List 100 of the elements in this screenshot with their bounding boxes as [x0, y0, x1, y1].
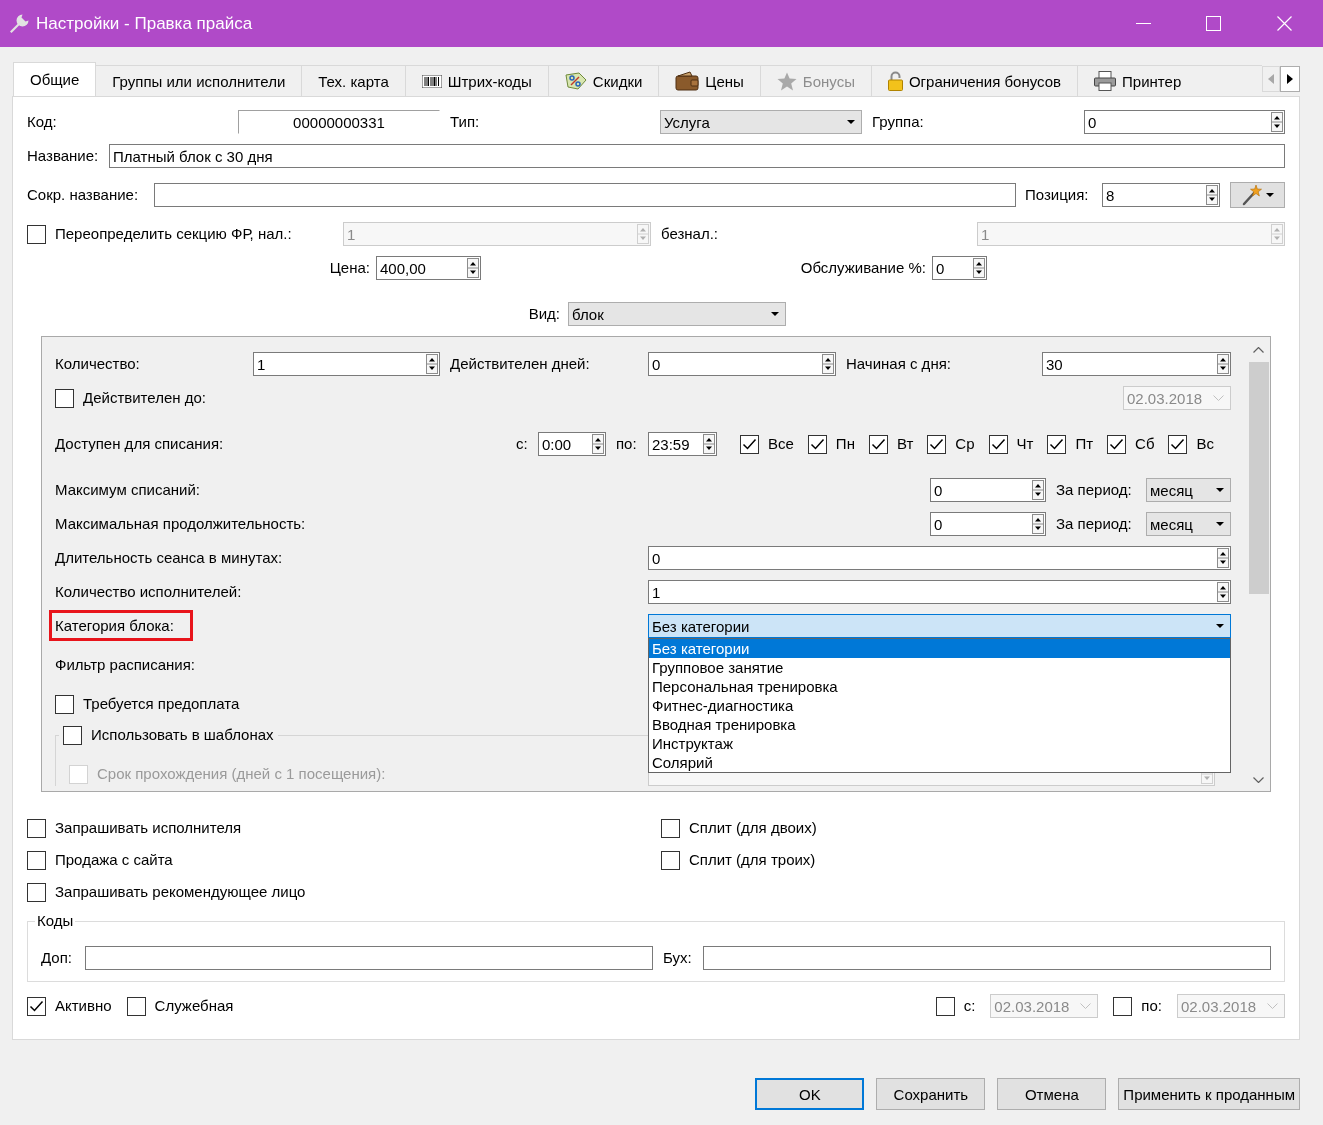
checkbox-label: Требуется предоплата	[83, 694, 240, 714]
dropdown-option[interactable]: Без категории	[649, 639, 1230, 658]
wrench-icon	[8, 12, 30, 35]
quantity-spinbox[interactable]: 1	[253, 352, 440, 376]
limit-spinbox[interactable]: 0	[930, 478, 1046, 502]
maximize-icon[interactable]	[1206, 16, 1221, 31]
field-label: Доступен для списания:	[55, 434, 224, 454]
spin-arrows-icon[interactable]	[1217, 582, 1229, 602]
field-label: Начиная с дня:	[846, 354, 951, 374]
wand-menu-button[interactable]	[1230, 182, 1285, 208]
dropdown-option[interactable]: Групповое занятие	[649, 658, 1230, 677]
checkbox[interactable]	[927, 434, 947, 454]
checkbox[interactable]	[1168, 434, 1188, 454]
limit-spinbox[interactable]: 0	[930, 512, 1046, 536]
dropdown-option[interactable]: Вводная тренировка	[649, 715, 1230, 734]
start-day-spinbox[interactable]: 30	[1042, 352, 1231, 376]
price-spinbox[interactable]: 400,00	[376, 256, 481, 280]
time-from-spinbox[interactable]: 0:00	[538, 432, 606, 456]
spin-arrows-icon[interactable]	[1217, 548, 1229, 568]
checkbox-label: Запрашивать исполнителя	[55, 818, 242, 838]
name-field[interactable]: Платный блок с 30 дня	[109, 144, 1285, 168]
tab[interactable]: Общие	[13, 62, 97, 96]
extra-code-field[interactable]	[85, 946, 653, 970]
valid-days-spinbox[interactable]: 0	[648, 352, 836, 376]
caret-icon	[1216, 522, 1224, 526]
checkbox-label: Вт	[896, 434, 914, 454]
spin-arrows-icon[interactable]	[1032, 480, 1044, 500]
spin-arrows-icon[interactable]	[703, 434, 715, 454]
dialog-button[interactable]: Отмена	[997, 1078, 1107, 1110]
spin-arrows-icon[interactable]	[426, 354, 438, 374]
checkbox-label: Ср	[955, 434, 975, 454]
position-spinbox[interactable]: 8	[1102, 183, 1220, 207]
checkbox[interactable]	[661, 850, 680, 870]
checkbox-label: Сб	[1135, 434, 1155, 454]
checkbox[interactable]	[661, 818, 680, 838]
code-field[interactable]: 00000000331	[238, 110, 440, 134]
type-dropdown[interactable]: Услуга	[660, 110, 862, 134]
chevron-icon	[1080, 1003, 1092, 1009]
up-chevron-icon[interactable]	[1253, 347, 1264, 353]
dialog-button[interactable]: OK	[755, 1078, 865, 1110]
period-dropdown[interactable]: месяц	[1146, 478, 1231, 502]
short-name-field[interactable]	[154, 183, 1016, 207]
accounting-code-field[interactable]	[703, 946, 1271, 970]
spin-arrows-icon[interactable]	[822, 354, 834, 374]
down-chevron-icon[interactable]	[1253, 777, 1264, 783]
checkbox[interactable]	[55, 694, 74, 714]
tab-scroll-right-button[interactable]	[1280, 66, 1300, 92]
time-to-spinbox[interactable]: 23:59	[648, 432, 717, 456]
field-label: Группа:	[872, 112, 924, 132]
checkbox[interactable]	[55, 388, 74, 408]
checkbox[interactable]	[27, 224, 46, 244]
checkbox[interactable]	[807, 434, 827, 454]
period-dropdown[interactable]: месяц	[1146, 512, 1231, 536]
checkbox[interactable]	[126, 996, 146, 1016]
checkbox[interactable]	[1107, 434, 1127, 454]
field-label: Бух:	[663, 948, 692, 968]
checkbox[interactable]	[27, 850, 46, 870]
caret-icon	[1216, 624, 1224, 628]
group-spinbox[interactable]: 0	[1084, 110, 1285, 134]
checkbox[interactable]	[27, 818, 46, 838]
checkbox-label: Пн	[835, 434, 855, 454]
checkbox-label: Сплит (для троих)	[689, 850, 816, 870]
dialog-button[interactable]: Применить к проданным	[1118, 1078, 1300, 1110]
field-label: безнал.:	[661, 224, 719, 244]
checkbox[interactable]	[1047, 434, 1067, 454]
view-dropdown[interactable]: блок	[568, 302, 786, 326]
spin-arrows-icon[interactable]	[973, 258, 985, 278]
checkbox-label: Использовать в шаблонах	[91, 725, 274, 745]
dropdown-option[interactable]: Фитнес-диагностика	[649, 696, 1230, 715]
field-label: Количество исполнителей:	[55, 582, 242, 602]
dropdown-option[interactable]: Солярий	[649, 753, 1230, 772]
chevron-icon	[1267, 1003, 1278, 1009]
close-icon[interactable]	[1277, 16, 1292, 31]
field-label: Количество:	[55, 354, 140, 374]
field-label: Вид:	[528, 304, 560, 324]
checkbox[interactable]	[27, 996, 46, 1016]
field-label: Позиция:	[1025, 185, 1089, 205]
dropdown-option[interactable]: Персональная тренировка	[649, 677, 1230, 696]
dialog-button[interactable]: Сохранить	[876, 1078, 986, 1110]
spin-arrows-icon[interactable]	[1271, 112, 1283, 132]
field-label: Сокр. название:	[27, 185, 139, 205]
checkbox[interactable]	[740, 434, 759, 454]
checkbox[interactable]	[868, 434, 888, 454]
caret-icon	[1266, 193, 1274, 197]
checkbox-label: Чт	[1016, 434, 1034, 454]
checkbox[interactable]	[27, 882, 46, 902]
number-spinbox[interactable]: 0	[648, 546, 1231, 570]
checkbox[interactable]	[63, 725, 82, 745]
spin-arrows-icon[interactable]	[1206, 185, 1218, 205]
category-dropdown[interactable]: Без категории	[648, 614, 1231, 638]
dropdown-option[interactable]: Инструктаж	[649, 734, 1230, 753]
scrollbar-thumb[interactable]	[1248, 362, 1269, 594]
spin-arrows-icon[interactable]	[467, 258, 479, 278]
spin-arrows-icon[interactable]	[592, 434, 604, 454]
service-percent-spinbox[interactable]: 0	[932, 256, 987, 280]
checkbox[interactable]	[988, 434, 1008, 454]
spin-arrows-icon[interactable]	[1032, 514, 1044, 534]
number-spinbox[interactable]: 1	[648, 580, 1231, 604]
printer-icon	[1094, 71, 1117, 91]
spin-arrows-icon[interactable]	[1217, 354, 1229, 374]
